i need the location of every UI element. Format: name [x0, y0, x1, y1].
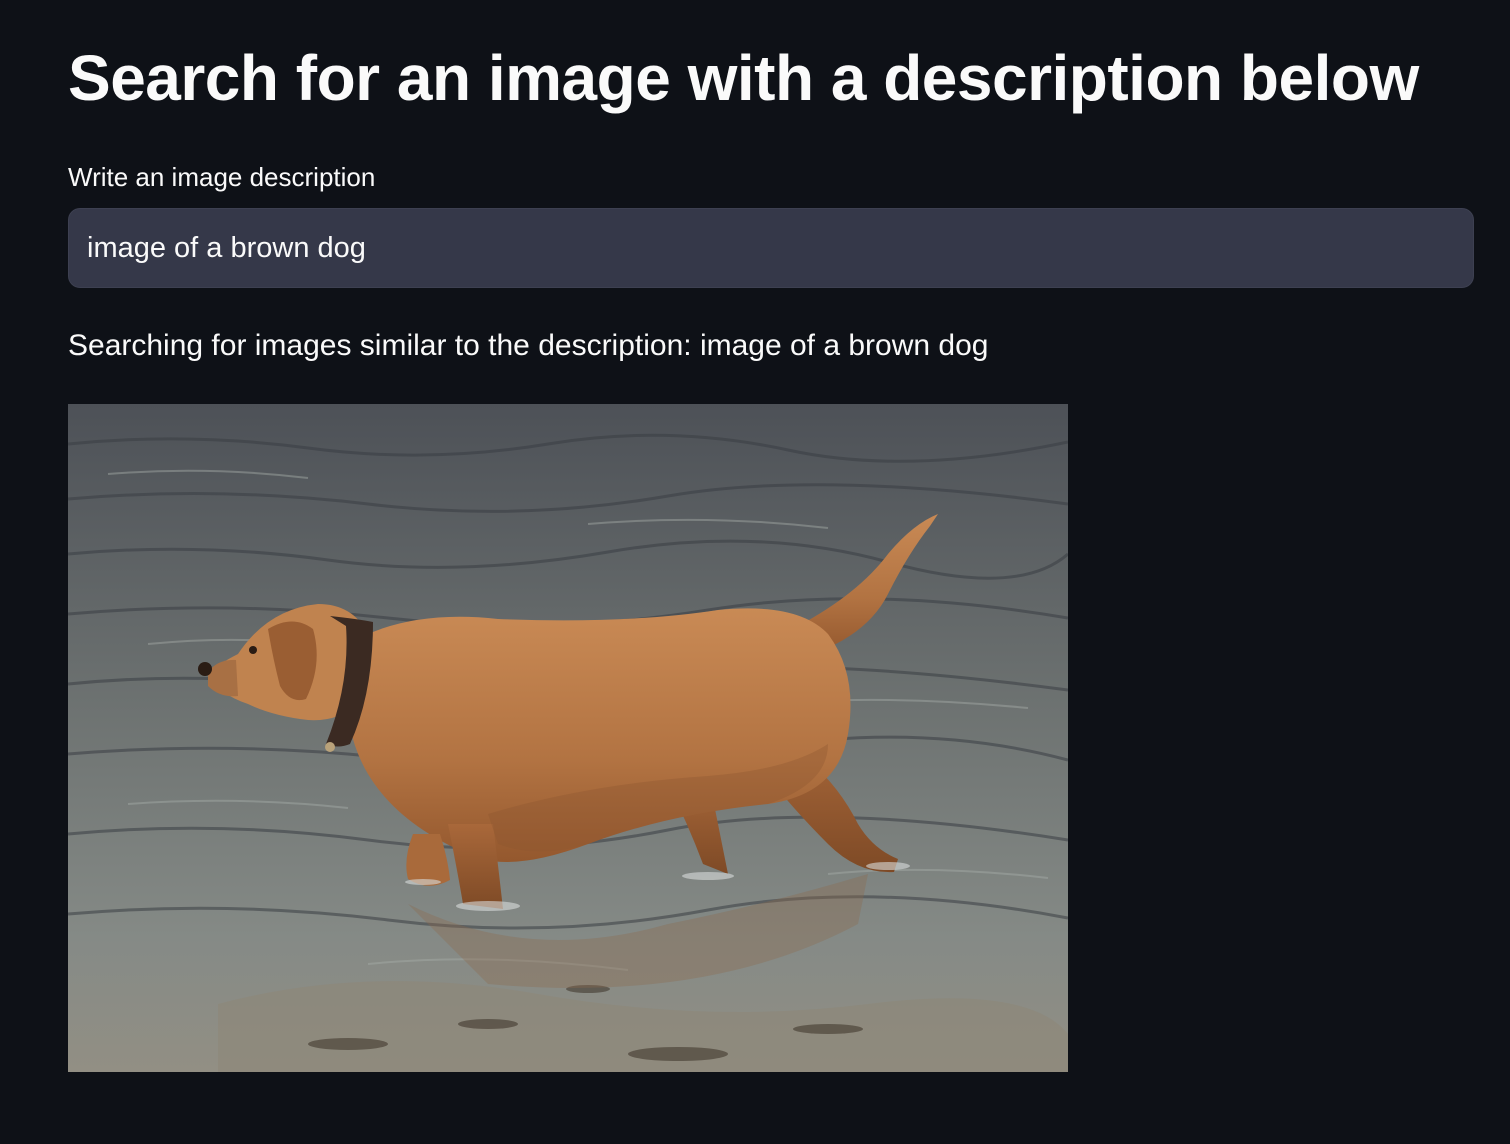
page-title: Search for an image with a description b…: [68, 42, 1419, 114]
description-input[interactable]: [68, 208, 1474, 288]
search-status-text: Searching for images similar to the desc…: [68, 329, 989, 362]
result-image-brown-dog: [68, 404, 1068, 1072]
description-label: Write an image description: [68, 162, 376, 192]
